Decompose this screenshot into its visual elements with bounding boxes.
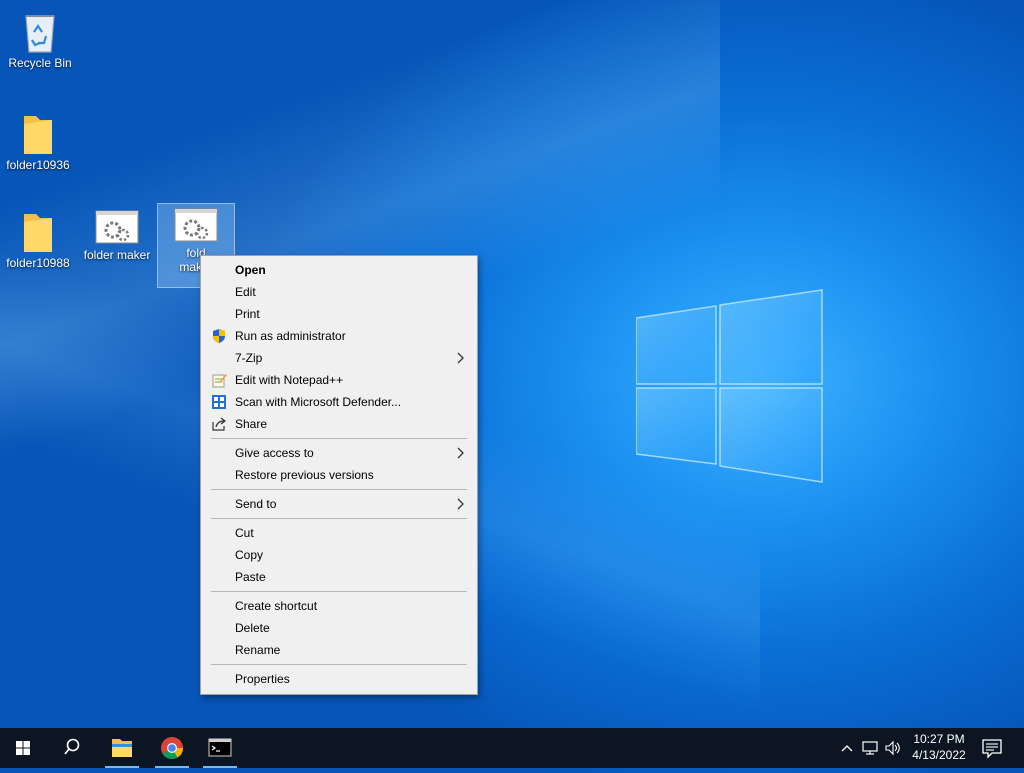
menu-item-scan-with-defender[interactable]: Scan with Microsoft Defender...	[203, 391, 475, 413]
chevron-right-icon	[457, 498, 464, 510]
menu-item-delete[interactable]: Delete	[203, 617, 475, 639]
network-icon[interactable]	[862, 740, 880, 756]
share-icon	[212, 417, 226, 431]
search-button[interactable]	[48, 728, 94, 768]
menu-item-edit[interactable]: Edit	[203, 281, 475, 303]
menu-item-cut[interactable]: Cut	[203, 522, 475, 544]
desktop-icon-folder10936[interactable]: folder10936	[0, 106, 76, 172]
clock-time: 10:27 PM	[913, 732, 965, 746]
taskbar-clock[interactable]: 10:27 PM 4/13/2022	[900, 731, 978, 763]
desktop-icon-label: folder maker	[83, 248, 151, 262]
notifications-icon	[982, 739, 1002, 759]
menu-item-7-zip[interactable]: 7-Zip	[203, 347, 475, 369]
taskbar: 10:27 PM 4/13/2022	[0, 728, 1024, 768]
context-menu: Open Edit Print Run as administrator 7-Z…	[200, 255, 478, 695]
file-explorer-icon	[112, 739, 132, 757]
menu-item-copy[interactable]: Copy	[203, 544, 475, 566]
desktop-icon-recycle-bin[interactable]: Recycle Bin	[2, 6, 78, 70]
menu-item-run-as-administrator[interactable]: Run as administrator	[203, 325, 475, 347]
desktop[interactable]: Recycle Bin folder10936 folder10988 fold…	[0, 0, 1024, 728]
start-icon	[16, 741, 30, 755]
taskbar-command-prompt[interactable]	[197, 728, 243, 768]
desktop-icon-folder10988[interactable]: folder10988	[0, 206, 76, 270]
windows-logo-wallpaper	[636, 289, 823, 483]
chrome-icon	[161, 737, 183, 759]
folder-icon	[24, 116, 52, 154]
menu-separator	[211, 664, 467, 665]
defender-shield-icon	[212, 395, 226, 409]
search-icon	[64, 738, 80, 755]
chevron-up-icon[interactable]	[840, 740, 854, 756]
menu-item-open[interactable]: Open	[203, 259, 475, 281]
chevron-right-icon	[457, 352, 464, 364]
uac-shield-icon	[213, 329, 225, 343]
chevron-right-icon	[457, 447, 464, 459]
menu-separator	[211, 489, 467, 490]
menu-separator	[211, 591, 467, 592]
action-center-button[interactable]	[972, 728, 1012, 768]
menu-item-print[interactable]: Print	[203, 303, 475, 325]
desktop-icon-label: Recycle Bin	[8, 56, 72, 70]
batch-file-icon	[174, 208, 218, 242]
menu-item-restore-previous-versions[interactable]: Restore previous versions	[203, 464, 475, 486]
system-tray	[836, 728, 900, 768]
menu-item-rename[interactable]: Rename	[203, 639, 475, 661]
cmd-icon	[208, 738, 232, 757]
desktop-icon-folder-maker[interactable]: folder maker	[79, 206, 155, 262]
clock-date: 4/13/2022	[912, 748, 966, 762]
taskbar-file-explorer[interactable]	[99, 728, 145, 768]
desktop-icon-label: folder10936	[6, 158, 70, 172]
menu-item-give-access-to[interactable]: Give access to	[203, 442, 475, 464]
taskbar-chrome[interactable]	[149, 728, 195, 768]
recycle-bin-icon	[25, 15, 55, 53]
menu-item-paste[interactable]: Paste	[203, 566, 475, 588]
start-button[interactable]	[0, 728, 46, 768]
menu-item-send-to[interactable]: Send to	[203, 493, 475, 515]
menu-item-share[interactable]: Share	[203, 413, 475, 435]
notepadpp-icon	[212, 374, 227, 388]
desktop-icon-label: folder10988	[6, 256, 70, 270]
menu-item-properties[interactable]: Properties	[203, 668, 475, 690]
batch-file-icon	[95, 210, 139, 244]
folder-icon	[24, 214, 52, 252]
menu-separator	[211, 438, 467, 439]
menu-separator	[211, 518, 467, 519]
menu-item-create-shortcut[interactable]: Create shortcut	[203, 595, 475, 617]
menu-item-edit-with-notepadpp[interactable]: Edit with Notepad++	[203, 369, 475, 391]
